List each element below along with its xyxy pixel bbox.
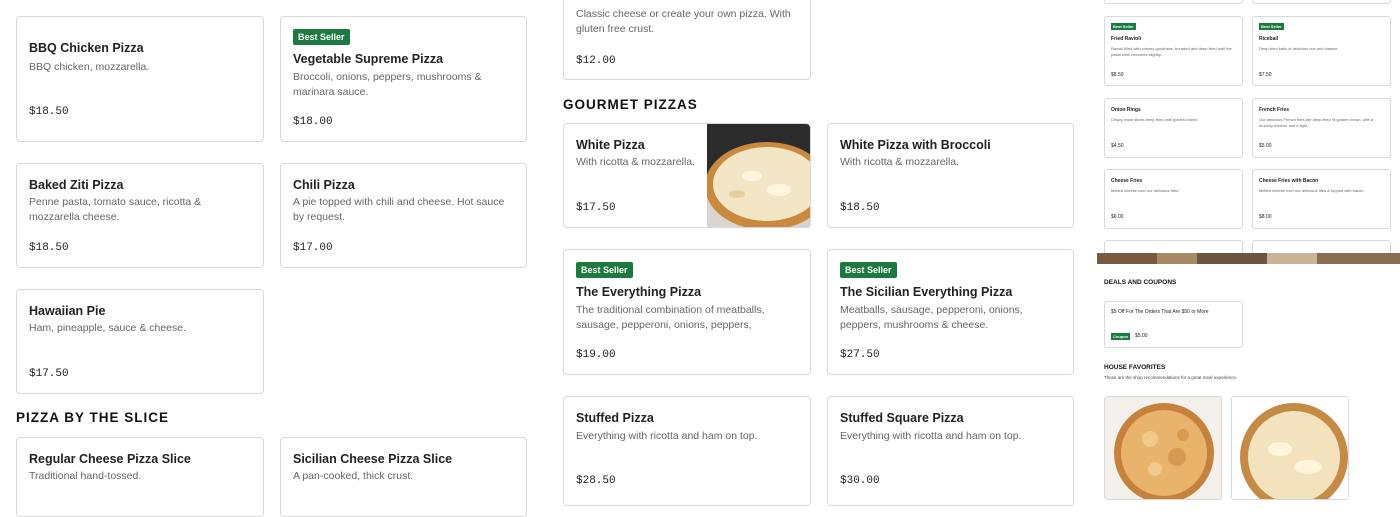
item-name: Stuffed Pizza bbox=[576, 411, 654, 425]
item-description: Ham, pineapple, sauce & cheese. bbox=[29, 322, 187, 334]
item-price: $5.00 bbox=[1259, 143, 1272, 149]
section-title-house-favorites: HOUSE FAVORITES bbox=[1104, 364, 1166, 371]
best-seller-badge: Best Seller bbox=[293, 29, 350, 45]
item-description: Everything with ricotta and ham on top. bbox=[840, 430, 1022, 442]
item-name: French Fries bbox=[1259, 107, 1290, 113]
house-favorites-subtitle: These are the shop recommendations for a… bbox=[1104, 375, 1238, 380]
house-favorite-image-1[interactable] bbox=[1104, 396, 1222, 500]
item-description: With ricotta & mozzarella. bbox=[576, 156, 696, 168]
item-name: Regular Cheese Pizza Slice bbox=[29, 452, 191, 466]
item-price: $6.00 bbox=[1111, 214, 1124, 220]
item-name: Onion Rings bbox=[1111, 107, 1141, 113]
menu-item-riceball[interactable]: Best Seller Riceball Deep-fried balls of… bbox=[1252, 16, 1391, 86]
item-price: $19.00 bbox=[576, 349, 616, 361]
menu-item-onion-rings[interactable]: Onion Rings Crispy onion slices deep-fri… bbox=[1104, 98, 1243, 158]
item-price: $18.50 bbox=[29, 242, 69, 254]
item-price: $17.50 bbox=[576, 202, 616, 214]
item-description: Classic cheese or create your own pizza.… bbox=[576, 8, 791, 35]
item-description: The traditional combination of meatballs… bbox=[576, 304, 765, 331]
item-name: Cheese Fries bbox=[1111, 178, 1143, 184]
menu-item-hawaiian-pie[interactable]: Hawaiian Pie Ham, pineapple, sauce & che… bbox=[16, 289, 264, 394]
item-name: Riceball bbox=[1259, 36, 1279, 42]
item-description: A pie topped with chili and cheese. Hot … bbox=[293, 196, 505, 223]
item-price: $17.50 bbox=[29, 368, 69, 380]
banner-image bbox=[1097, 252, 1400, 264]
mini-card-partial-top-right[interactable] bbox=[1252, 0, 1391, 4]
item-description: Meatballs, sausage, pepperoni, onions, p… bbox=[840, 304, 1023, 331]
item-name: Hawaiian Pie bbox=[29, 304, 106, 318]
coupon-badge: Coupon bbox=[1111, 333, 1131, 340]
menu-item-cheese-pizza-gluten-free[interactable]: Classic cheese or create your own pizza.… bbox=[563, 0, 811, 80]
item-name: Baked Ziti Pizza bbox=[29, 178, 124, 192]
item-name: BBQ Chicken Pizza bbox=[29, 41, 144, 55]
item-name: The Everything Pizza bbox=[576, 285, 702, 299]
item-description: Traditional hand-tossed. bbox=[29, 470, 142, 482]
item-price: $4.50 bbox=[1111, 143, 1124, 149]
item-description: Melted cheese over our delicious fries &… bbox=[1259, 188, 1365, 193]
menu-item-cheese-fries[interactable]: Cheese Fries Melted cheese over our deli… bbox=[1104, 169, 1243, 229]
menu-item-cheese-fries-with-bacon[interactable]: Cheese Fries with Bacon Melted cheese ov… bbox=[1252, 169, 1391, 229]
item-description: Penne pasta, tomato sauce, ricotta & moz… bbox=[29, 196, 202, 223]
menu-item-baked-ziti-pizza[interactable]: Baked Ziti Pizza Penne pasta, tomato sau… bbox=[16, 163, 264, 268]
best-seller-badge: Best Seller bbox=[576, 262, 633, 278]
item-price: $7.50 bbox=[1259, 72, 1272, 78]
item-description: Our delicious French fries are deep-frie… bbox=[1259, 117, 1374, 128]
item-description: Broccoli, onions, peppers, mushrooms & m… bbox=[293, 71, 482, 98]
menu-item-bbq-chicken-pizza[interactable]: BBQ Chicken Pizza BBQ chicken, mozzarell… bbox=[16, 16, 264, 142]
menu-item-stuffed-square-pizza[interactable]: Stuffed Square Pizza Everything with ric… bbox=[827, 396, 1074, 506]
item-name: Stuffed Square Pizza bbox=[840, 411, 964, 425]
item-price: $8.00 bbox=[1259, 214, 1272, 220]
best-seller-badge: Best Seller bbox=[840, 262, 897, 278]
item-name: Vegetable Supreme Pizza bbox=[293, 52, 444, 66]
item-name: Chili Pizza bbox=[293, 178, 355, 192]
menu-item-fried-ravioli[interactable]: Best Seller Fried Ravioli Ravioli filled… bbox=[1104, 16, 1243, 86]
item-description: Crispy onion slices deep-fried until gol… bbox=[1111, 117, 1199, 122]
item-name: Fried Ravioli bbox=[1111, 36, 1142, 42]
menu-item-white-pizza-with-broccoli[interactable]: White Pizza with Broccoli With ricotta &… bbox=[827, 123, 1074, 228]
item-name: White Pizza bbox=[576, 138, 645, 152]
item-price: $18.00 bbox=[293, 116, 333, 128]
coupon-value: $5.00 bbox=[1135, 333, 1148, 339]
item-name: Sicilian Cheese Pizza Slice bbox=[293, 452, 453, 466]
item-description: A pan-cooked, thick crust. bbox=[293, 470, 414, 482]
item-name: White Pizza with Broccoli bbox=[840, 138, 991, 152]
item-name: Cheese Fries with Bacon bbox=[1259, 178, 1319, 184]
item-description: BBQ chicken, mozzarella. bbox=[29, 61, 150, 73]
item-price: $8.50 bbox=[1111, 72, 1124, 78]
item-description: Deep-fried balls of delicious rice and c… bbox=[1259, 46, 1338, 51]
item-price: $12.00 bbox=[576, 55, 616, 67]
item-price: $27.50 bbox=[840, 349, 880, 361]
item-description: Everything with ricotta and ham on top. bbox=[576, 430, 758, 442]
menu-item-the-everything-pizza[interactable]: Best Seller The Everything Pizza The tra… bbox=[563, 249, 811, 375]
item-price: $28.50 bbox=[576, 475, 616, 487]
section-title-gourmet-pizzas: GOURMET PIZZAS bbox=[563, 97, 698, 112]
menu-item-chili-pizza[interactable]: Chili Pizza A pie topped with chili and … bbox=[280, 163, 527, 268]
section-title-deals-and-coupons: DEALS AND COUPONS bbox=[1104, 279, 1177, 286]
menu-item-french-fries[interactable]: French Fries Our delicious French fries … bbox=[1252, 98, 1391, 158]
section-title-pizza-by-the-slice: PIZZA BY THE SLICE bbox=[16, 410, 170, 425]
item-price: $18.50 bbox=[840, 202, 880, 214]
item-price: $17.00 bbox=[293, 242, 333, 254]
menu-item-sicilian-cheese-pizza-slice[interactable]: Sicilian Cheese Pizza Slice A pan-cooked… bbox=[280, 437, 527, 517]
item-description: Ravioli filled with cheesy goodness, bre… bbox=[1111, 46, 1232, 57]
menu-item-vegetable-supreme-pizza[interactable]: Best Seller Vegetable Supreme Pizza Broc… bbox=[280, 16, 527, 142]
best-seller-badge: Best Seller bbox=[1259, 23, 1284, 30]
menu-item-white-pizza[interactable]: White Pizza With ricotta & mozzarella. $… bbox=[563, 123, 811, 228]
white-pizza-image bbox=[707, 124, 810, 227]
item-description: With ricotta & mozzarella. bbox=[840, 156, 960, 168]
menu-item-stuffed-pizza[interactable]: Stuffed Pizza Everything with ricotta an… bbox=[563, 396, 811, 506]
mini-card-partial-top-left[interactable] bbox=[1104, 0, 1243, 4]
item-price: $18.50 bbox=[29, 106, 69, 118]
menu-item-regular-cheese-pizza-slice[interactable]: Regular Cheese Pizza Slice Traditional h… bbox=[16, 437, 264, 517]
item-name: The Sicilian Everything Pizza bbox=[840, 285, 1013, 299]
best-seller-badge: Best Seller bbox=[1111, 23, 1136, 30]
house-favorite-image-2[interactable] bbox=[1231, 396, 1349, 500]
menu-item-the-sicilian-everything-pizza[interactable]: Best Seller The Sicilian Everything Pizz… bbox=[827, 249, 1074, 375]
coupon-card-five-off[interactable]: $5 Off For The Orders That Are $50 or Mo… bbox=[1104, 301, 1243, 348]
item-description: Melted cheese over our delicious fries. bbox=[1111, 188, 1180, 193]
coupon-title: $5 Off For The Orders That Are $50 or Mo… bbox=[1111, 309, 1209, 315]
item-price: $30.00 bbox=[840, 475, 880, 487]
